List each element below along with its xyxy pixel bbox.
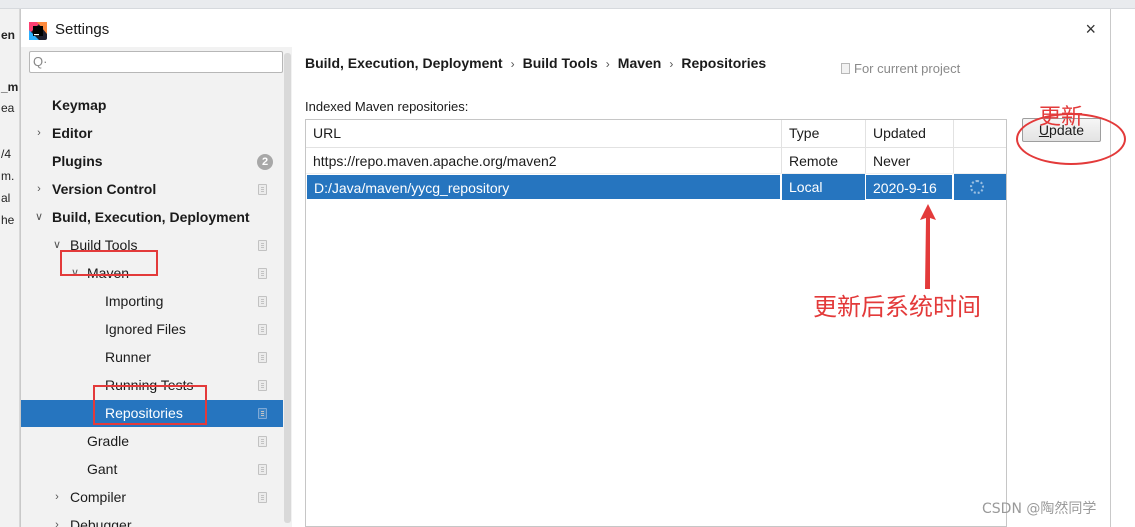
column-header-type[interactable]: Type — [781, 120, 865, 147]
tree-item-label: Ignored Files — [105, 321, 186, 337]
project-scope-icon — [258, 268, 267, 279]
tree-item-label: Gradle — [87, 433, 130, 449]
background-toolbar — [0, 0, 1135, 9]
project-scope-icon — [258, 296, 267, 307]
background-text-fragment: al — [1, 191, 11, 205]
breadcrumb-item: Maven — [617, 55, 662, 71]
tree-item-label: Build, Execution, Deployment — [52, 209, 250, 225]
background-text-fragment: /4 — [1, 147, 12, 161]
annotation-box-maven — [60, 250, 158, 276]
tree-item-compiler[interactable]: › Compiler — [21, 484, 283, 511]
tree-item-label: Plugins — [52, 153, 103, 169]
project-scope-icon — [258, 184, 267, 195]
breadcrumb-item: Build, Execution, Deployment — [305, 55, 503, 71]
breadcrumb-item: Build Tools — [522, 55, 598, 71]
dialog-titlebar: Settings × — [21, 9, 1110, 47]
row-status — [953, 148, 1006, 173]
project-scope-icon — [258, 352, 267, 363]
project-scope-icon — [841, 63, 850, 74]
tree-item-ignored-files[interactable]: Ignored Files — [21, 316, 283, 343]
background-text-fragment: _m — [1, 80, 19, 94]
chevron-right-icon[interactable]: › — [52, 484, 62, 511]
tree-item-build-execution-deployment[interactable]: ∨ Build, Execution, Deployment — [21, 204, 283, 231]
column-header-url[interactable]: URL — [306, 120, 781, 147]
project-scope-icon — [258, 324, 267, 335]
watermark: CSDN @陶然同学 — [982, 501, 1097, 517]
row-status — [953, 174, 1006, 200]
project-scope-icon — [258, 408, 267, 419]
annotation-update-text: 更新 — [1039, 105, 1084, 130]
project-scope-icon — [258, 380, 267, 391]
row-url: D:/Java/maven/yycg_repository — [306, 174, 781, 200]
settings-dialog: Settings × Q· Keymap › Editor Plugins 2 … — [20, 9, 1126, 527]
table-row-selected[interactable]: D:/Java/maven/yycg_repository Local 2020… — [306, 174, 1006, 200]
annotation-updated-time-text: 更新后系统时间 — [813, 293, 981, 321]
tree-item-version-control[interactable]: › Version Control — [21, 176, 283, 203]
tree-item-debugger[interactable]: › Debugger — [21, 512, 283, 527]
tree-item-label: Compiler — [70, 489, 127, 505]
project-scope-icon — [258, 240, 267, 251]
for-current-project-text: For current project — [854, 61, 961, 76]
loading-spinner-icon — [970, 180, 984, 194]
intellij-app-icon — [29, 22, 47, 40]
chevron-right-icon[interactable]: › — [34, 120, 44, 147]
background-text-fragment: he — [1, 213, 15, 227]
tree-item-label: Runner — [105, 349, 151, 365]
tree-item-editor[interactable]: › Editor — [21, 120, 283, 147]
project-scope-icon — [258, 464, 267, 475]
column-header-status — [953, 120, 1006, 147]
repositories-table[interactable]: URL Type Updated https://repo.maven.apac… — [305, 119, 1007, 527]
chevron-right-icon[interactable]: › — [34, 176, 44, 203]
column-header-updated[interactable]: Updated — [865, 120, 953, 147]
row-updated: 2020-9-16 — [865, 174, 953, 200]
tree-item-gradle[interactable]: Gradle — [21, 428, 283, 455]
annotation-box-repositories — [93, 385, 207, 425]
background-editor-strip: en _m ea /4 m. al he — [0, 9, 20, 527]
row-type: Remote — [781, 148, 865, 173]
breadcrumb-separator-icon: › — [605, 57, 610, 71]
tree-item-label: Importing — [105, 293, 164, 309]
dialog-title: Settings — [55, 21, 110, 38]
tree-item-label: Version Control — [52, 181, 157, 197]
breadcrumb-item: Repositories — [681, 55, 767, 71]
tree-item-importing[interactable]: Importing — [21, 288, 283, 315]
tree-item-label: Debugger — [70, 517, 132, 527]
tree-item-label: Editor — [52, 125, 93, 141]
tree-item-plugins[interactable]: Plugins 2 — [21, 148, 283, 175]
project-scope-icon — [258, 492, 267, 503]
project-scope-icon — [258, 436, 267, 447]
close-icon[interactable]: × — [1085, 19, 1096, 39]
tree-item-label: Gant — [87, 461, 118, 477]
table-row[interactable]: https://repo.maven.apache.org/maven2 Rem… — [306, 148, 1006, 174]
chevron-right-icon[interactable]: › — [52, 512, 62, 527]
background-text-fragment: en — [1, 28, 16, 42]
row-type: Local — [781, 174, 865, 200]
background-text-fragment: m. — [1, 169, 15, 183]
annotation-arrow-icon — [920, 204, 936, 289]
search-icon: Q· — [33, 54, 48, 69]
plugins-count-badge: 2 — [257, 154, 273, 170]
row-url: https://repo.maven.apache.org/maven2 — [313, 153, 557, 169]
row-updated: Never — [865, 148, 953, 173]
indexed-repositories-label: Indexed Maven repositories: — [305, 99, 469, 114]
chevron-down-icon[interactable]: ∨ — [34, 204, 44, 231]
tree-item-gant[interactable]: Gant — [21, 456, 283, 483]
tree-scrollbar-thumb[interactable] — [284, 53, 291, 523]
settings-search-box[interactable]: Q· — [29, 51, 283, 73]
background-text-fragment: ea — [1, 101, 15, 115]
breadcrumb-separator-icon: › — [669, 57, 674, 71]
breadcrumb-separator-icon: › — [510, 57, 515, 71]
table-header: URL Type Updated — [306, 120, 1006, 148]
tree-scrollbar[interactable] — [283, 47, 292, 527]
tree-item-runner[interactable]: Runner — [21, 344, 283, 371]
settings-tree-panel: Q· Keymap › Editor Plugins 2 › Version C… — [21, 47, 292, 527]
settings-search-input[interactable] — [50, 54, 276, 70]
tree-item-label: Keymap — [52, 97, 107, 113]
tree-item-keymap[interactable]: Keymap — [21, 92, 283, 119]
for-current-project-label: For current project — [841, 61, 960, 76]
breadcrumb: Build, Execution, Deployment › Build Tools… — [305, 55, 766, 71]
